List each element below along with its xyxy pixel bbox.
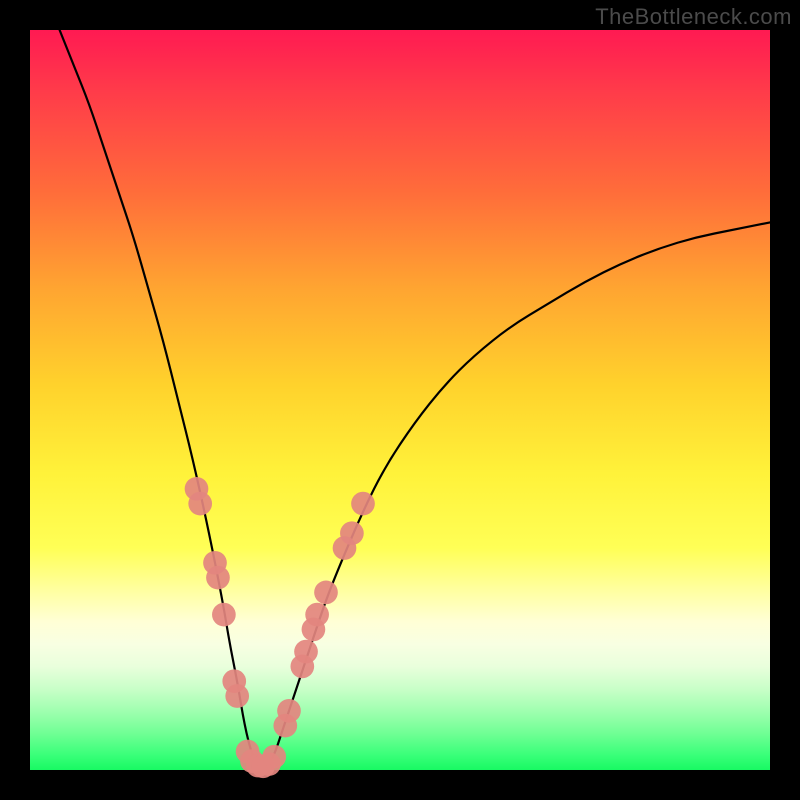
plot-area	[30, 30, 770, 770]
chart-stage: TheBottleneck.com	[0, 0, 800, 800]
attribution-text: TheBottleneck.com	[595, 4, 792, 30]
